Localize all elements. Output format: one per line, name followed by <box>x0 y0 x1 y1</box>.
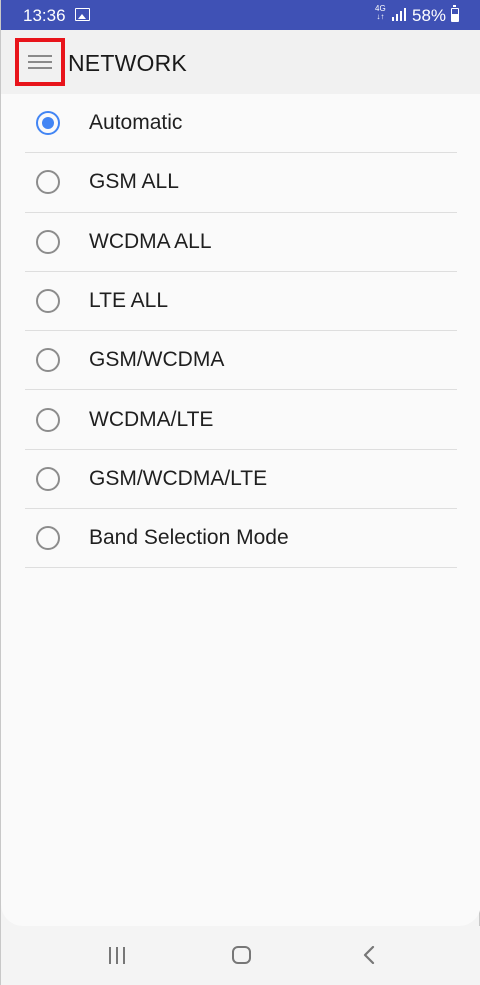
page-title: NETWORK <box>68 50 187 76</box>
option-label: Band Selection Mode <box>89 526 289 550</box>
signal-strength-icon <box>392 8 406 21</box>
radio-button[interactable] <box>36 229 60 254</box>
option-gsm-wcdma[interactable]: GSM/WCDMA <box>25 331 457 391</box>
radio-button[interactable] <box>36 526 60 551</box>
option-band-selection-mode[interactable]: Band Selection Mode <box>25 509 457 569</box>
option-label: GSM ALL <box>89 170 179 194</box>
app-header: NETWORK <box>1 30 480 94</box>
option-wcdma-all[interactable]: WCDMA ALL <box>25 213 457 272</box>
radio-button[interactable] <box>36 407 60 432</box>
option-label: WCDMA ALL <box>89 229 212 253</box>
radio-button[interactable] <box>36 289 60 314</box>
recents-icon[interactable] <box>109 947 127 964</box>
battery-icon <box>451 5 459 22</box>
option-lte-all[interactable]: LTE ALL <box>25 272 457 332</box>
option-label: Automatic <box>89 111 183 135</box>
gallery-notification-icon <box>75 8 90 21</box>
status-time: 13:36 <box>23 6 66 25</box>
menu-button[interactable] <box>15 38 65 86</box>
radio-button-selected[interactable] <box>36 111 60 136</box>
data-activity-arrows: ↓↑ <box>376 12 385 21</box>
navigation-bar <box>1 926 480 985</box>
network-mode-list-container: Automatic GSM ALL WCDMA ALL LTE ALL GSM/… <box>1 94 480 926</box>
status-bar: 13:36 4G ↓↑ 58% <box>1 0 480 30</box>
hamburger-menu-icon <box>28 54 52 70</box>
option-wcdma-lte[interactable]: WCDMA/LTE <box>25 390 457 450</box>
option-gsm-wcdma-lte[interactable]: GSM/WCDMA/LTE <box>25 450 457 510</box>
option-label: LTE ALL <box>89 289 168 313</box>
radio-button[interactable] <box>36 466 60 491</box>
network-type-indicator: 4G ↓↑ <box>375 5 386 21</box>
radio-button[interactable] <box>36 348 60 373</box>
option-label: GSM/WCDMA <box>89 348 225 372</box>
home-icon[interactable] <box>232 946 251 964</box>
back-icon[interactable] <box>363 946 375 964</box>
option-gsm-all[interactable]: GSM ALL <box>25 153 457 213</box>
option-label: GSM/WCDMA/LTE <box>89 466 268 490</box>
option-automatic[interactable]: Automatic <box>25 94 457 154</box>
radio-button[interactable] <box>36 170 60 195</box>
battery-percent: 58% <box>412 6 447 25</box>
network-mode-options: Automatic GSM ALL WCDMA ALL LTE ALL GSM/… <box>1 94 480 569</box>
option-label: WCDMA/LTE <box>89 407 214 431</box>
